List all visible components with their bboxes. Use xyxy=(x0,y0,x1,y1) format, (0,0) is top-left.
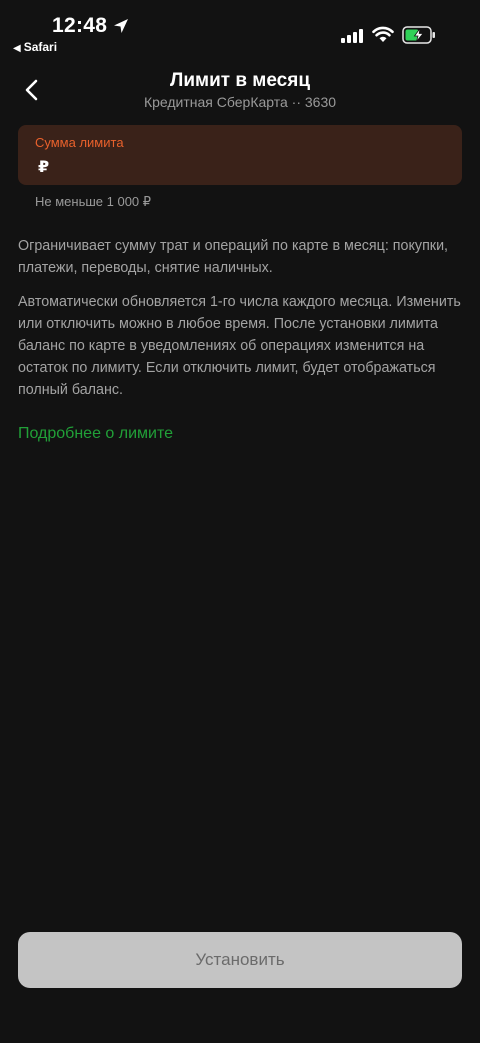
nav-header: Лимит в месяц Кредитная СберКарта ·· 363… xyxy=(0,64,480,120)
limit-amount-field[interactable]: Сумма лимита ₽ xyxy=(18,125,462,185)
more-about-limit-link[interactable]: Подробнее о лимите xyxy=(18,425,173,443)
status-bar: 12:48 ◀ Safari xyxy=(0,0,480,60)
status-time: 12:48 xyxy=(52,14,108,37)
back-triangle-icon: ◀ xyxy=(13,43,21,54)
limit-field-label: Сумма лимита xyxy=(35,135,124,150)
wifi-icon xyxy=(372,26,394,42)
card-subtitle: Кредитная СберКарта ·· 3630 xyxy=(143,94,337,110)
description-paragraph-1: Ограничивает сумму трат и операций по ка… xyxy=(18,238,449,276)
page-title: Лимит в месяц xyxy=(170,70,310,91)
cellular-signal-icon xyxy=(341,29,363,43)
limit-field-hint: Не меньше 1 000 ₽ xyxy=(35,194,152,209)
battery-charging-icon xyxy=(402,26,435,44)
set-limit-button[interactable]: Установить xyxy=(18,932,462,988)
location-arrow-icon xyxy=(114,19,128,33)
description-paragraph-2: Автоматически обновляется 1-го числа каж… xyxy=(18,294,461,398)
back-app-label: Safari xyxy=(23,40,58,54)
back-to-app-link[interactable]: ◀ Safari xyxy=(13,40,57,54)
ruble-symbol: ₽ xyxy=(38,159,50,176)
